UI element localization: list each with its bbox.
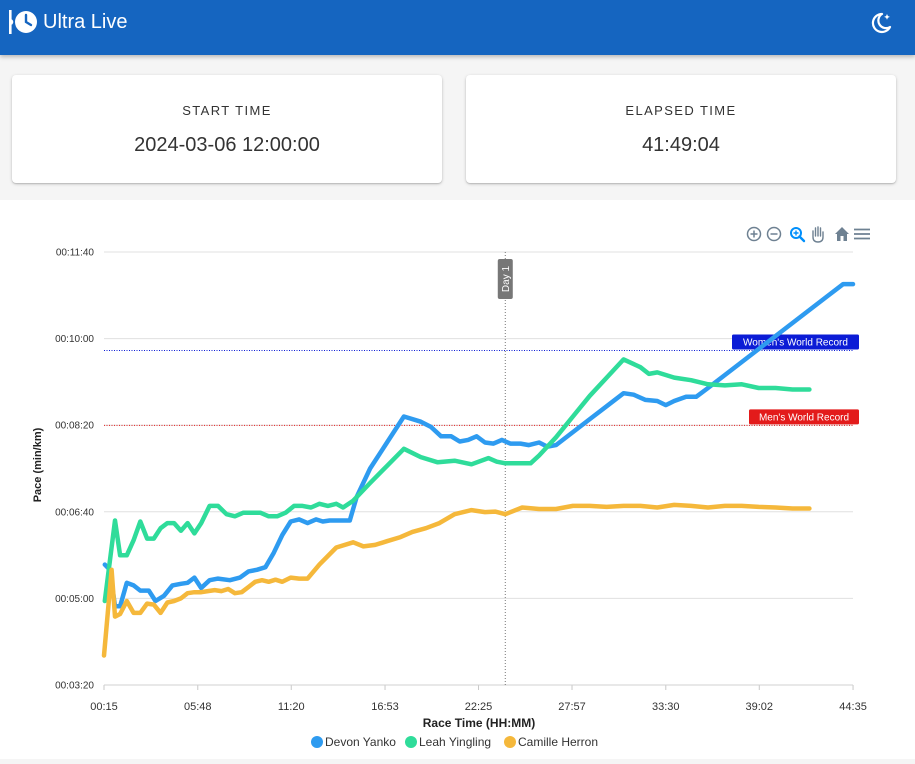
mens-record-label: Men's World Record bbox=[759, 412, 849, 423]
live-clock-logo-icon bbox=[9, 10, 37, 34]
legend-item-devon-yanko[interactable]: Devon Yanko bbox=[311, 735, 396, 749]
start-time-label: START TIME bbox=[182, 103, 272, 118]
y-axis-title: Pace (min/km) bbox=[32, 427, 44, 502]
x-tick-label: 39:02 bbox=[746, 701, 774, 713]
y-tick-label: 00:05:00 bbox=[55, 594, 94, 605]
app-bar: Ultra Live bbox=[0, 0, 915, 55]
menu-icon[interactable] bbox=[854, 228, 870, 240]
series-line-devon-yanko bbox=[102, 281, 856, 609]
x-tick-label: 05:48 bbox=[184, 701, 212, 713]
y-tick-label: 00:03:20 bbox=[55, 681, 94, 692]
selection-zoom-icon[interactable] bbox=[790, 227, 806, 243]
x-tick-label: 11:20 bbox=[278, 701, 305, 713]
legend-marker bbox=[504, 736, 516, 748]
series-line-leah-yingling bbox=[102, 357, 812, 604]
zoom-in-icon[interactable] bbox=[746, 226, 762, 242]
chart-legend: Devon Yanko Leah Yingling Camille Herron bbox=[311, 735, 598, 749]
legend-marker bbox=[405, 736, 417, 748]
chart-grid bbox=[104, 251, 853, 686]
y-tick-label: 00:11:40 bbox=[56, 248, 95, 259]
elapsed-time-card: ELAPSED TIME 41:49:04 bbox=[466, 75, 896, 183]
x-tick-label: 44:35 bbox=[839, 701, 867, 713]
y-tick-label: 00:10:00 bbox=[55, 334, 94, 345]
reset-home-icon[interactable] bbox=[835, 227, 849, 241]
legend-label: Camille Herron bbox=[518, 735, 598, 749]
legend-label: Devon Yanko bbox=[325, 735, 396, 749]
x-tick-label: 27:57 bbox=[558, 701, 586, 713]
day-1-marker-label: Day 1 bbox=[501, 266, 512, 293]
pace-chart[interactable]: 00:03:20 00:05:00 00:06:40 00:08:20 00:10:00… bbox=[0, 200, 915, 759]
dark-mode-toggle-icon[interactable] bbox=[868, 10, 894, 36]
y-tick-label: 00:08:20 bbox=[55, 421, 94, 432]
y-axis-labels: 00:03:20 00:05:00 00:06:40 00:08:20 00:10:00… bbox=[55, 248, 94, 692]
y-tick-label: 00:06:40 bbox=[55, 507, 94, 518]
x-axis-labels: 00:15 05:48 11:20 16:53 22:25 27:57 33:30 39:02… bbox=[90, 684, 867, 713]
chart-annotations: Day 1Women's World RecordMen's World Rec… bbox=[104, 252, 859, 685]
elapsed-time-label: ELAPSED TIME bbox=[625, 103, 737, 118]
pace-chart-panel: 00:03:20 00:05:00 00:06:40 00:08:20 00:10:00… bbox=[0, 200, 915, 759]
elapsed-time-value: 41:49:04 bbox=[642, 134, 720, 156]
start-time-card: START TIME 2024-03-06 12:00:00 bbox=[12, 75, 442, 183]
legend-label: Leah Yingling bbox=[419, 735, 491, 749]
legend-item-camille-herron[interactable]: Camille Herron bbox=[504, 735, 598, 749]
x-tick-label: 33:30 bbox=[652, 701, 680, 713]
legend-item-leah-yingling[interactable]: Leah Yingling bbox=[405, 735, 491, 749]
start-time-value: 2024-03-06 12:00:00 bbox=[134, 134, 320, 156]
x-tick-label: 22:25 bbox=[465, 701, 493, 713]
zoom-out-icon[interactable] bbox=[766, 226, 782, 242]
legend-marker bbox=[311, 736, 323, 748]
pan-hand-icon[interactable] bbox=[812, 226, 824, 243]
app-title: Ultra Live bbox=[43, 11, 128, 33]
chart-toolbar bbox=[746, 226, 870, 243]
x-axis-title: Race Time (HH:MM) bbox=[423, 716, 535, 730]
x-tick-label: 00:15 bbox=[90, 701, 118, 713]
x-tick-label: 16:53 bbox=[371, 701, 399, 713]
